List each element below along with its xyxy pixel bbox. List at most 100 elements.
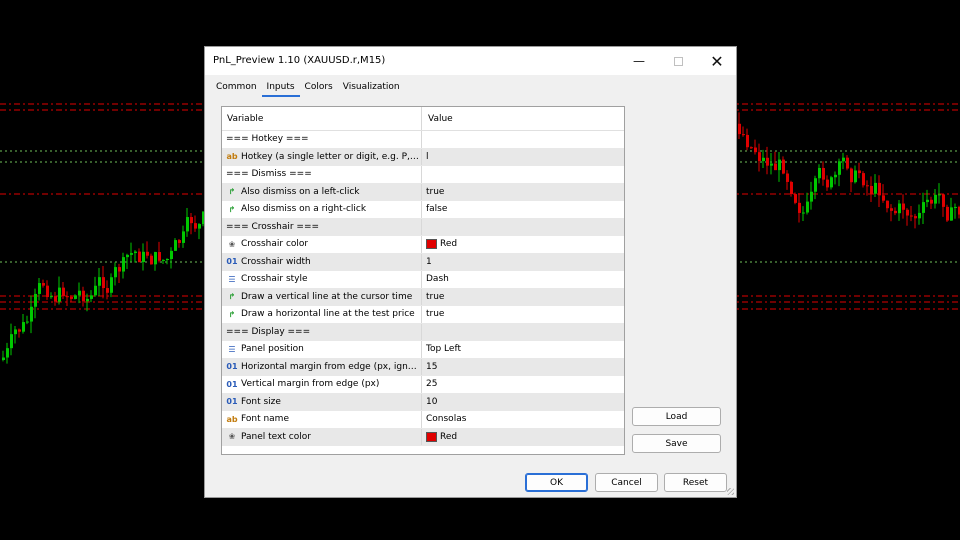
parameter-row[interactable]: ↱ Also dismiss on a right-click false: [222, 201, 624, 219]
section-row[interactable]: === Dismiss ===: [222, 166, 624, 184]
parameter-row[interactable]: 01 Crosshair width 1: [222, 253, 624, 271]
value-cell[interactable]: 10: [422, 394, 624, 411]
parameter-row[interactable]: ab Hotkey (a single letter or digit, e.g.…: [222, 148, 624, 166]
candle-body: [882, 195, 885, 201]
candle-body: [746, 134, 749, 148]
candle-body: [874, 182, 877, 194]
grid-rows: === Hotkey === ab Hotkey (a single letter …: [222, 131, 624, 446]
parameter-row[interactable]: ab Font name Consolas: [222, 411, 624, 429]
parameter-row[interactable]: ☰ Panel position Top Left: [222, 341, 624, 359]
variable-cell: ↱ Also dismiss on a right-click: [222, 201, 422, 218]
variable-label: Draw a horizontal line at the test price: [241, 309, 415, 320]
candle-body: [854, 170, 857, 183]
section-row[interactable]: === Display ===: [222, 323, 624, 341]
candle-body: [86, 298, 89, 302]
title-bar[interactable]: PnL_Preview 1.10 (XAUUSD.r,M15) — ✕: [205, 47, 736, 75]
candle-body: [814, 178, 817, 192]
close-icon: ✕: [710, 51, 724, 71]
column-header-value[interactable]: Value: [422, 107, 624, 130]
variable-label: Crosshair style: [241, 274, 308, 285]
section-row[interactable]: === Crosshair ===: [222, 218, 624, 236]
candle-body: [750, 147, 753, 149]
variable-label: Font name: [241, 414, 289, 425]
value-text: Red: [440, 431, 458, 442]
candle-body: [34, 293, 37, 307]
variable-cell: ↱ Also dismiss on a left-click: [222, 183, 422, 200]
candle-body: [178, 240, 181, 243]
candle-body: [906, 209, 909, 216]
candle-body: [2, 357, 5, 360]
number-type-icon: 01: [226, 362, 238, 372]
candle-body: [826, 179, 829, 188]
reset-button[interactable]: Reset: [664, 473, 727, 492]
value-cell[interactable]: true: [422, 289, 624, 306]
value-cell[interactable]: true: [422, 184, 624, 201]
value-cell: [422, 131, 624, 148]
value-cell[interactable]: l: [422, 149, 624, 166]
maximize-button[interactable]: [658, 47, 698, 75]
candle-body: [82, 290, 85, 302]
candle-body: [934, 194, 937, 204]
candle-body: [914, 216, 917, 219]
save-button[interactable]: Save: [632, 434, 721, 453]
candle-body: [866, 185, 869, 187]
parameter-row[interactable]: ❀ Crosshair color Red: [222, 236, 624, 254]
parameter-row[interactable]: 01 Horizontal margin from edge (px, ignor…: [222, 358, 624, 376]
value-cell[interactable]: false: [422, 201, 624, 218]
candle-body: [162, 259, 165, 261]
tab-common[interactable]: Common: [211, 81, 262, 97]
candle-body: [806, 201, 809, 213]
close-button[interactable]: ✕: [697, 47, 737, 75]
value-cell[interactable]: Red: [422, 429, 624, 446]
candle-body: [798, 202, 801, 213]
parameter-row[interactable]: 01 Vertical margin from edge (px) 25: [222, 376, 624, 394]
parameter-row[interactable]: ↱ Also dismiss on a left-click true: [222, 183, 624, 201]
candle-body: [850, 168, 853, 183]
section-row[interactable]: === Hotkey ===: [222, 131, 624, 149]
candle-body: [790, 181, 793, 195]
tab-visualization[interactable]: Visualization: [338, 81, 405, 97]
value-cell[interactable]: Red: [422, 236, 624, 253]
parameter-row[interactable]: ↱ Draw a vertical line at the cursor time…: [222, 288, 624, 306]
resize-grip-icon[interactable]: [727, 488, 734, 495]
candle-body: [74, 295, 77, 299]
minimize-button[interactable]: —: [619, 47, 659, 75]
value-cell: [422, 219, 624, 236]
value-cell[interactable]: 15: [422, 359, 624, 376]
bool-arrow-icon: ↱: [228, 292, 236, 302]
candle-body: [50, 296, 53, 298]
parameter-row[interactable]: ↱ Draw a horizontal line at the test pric…: [222, 306, 624, 324]
candle-body: [822, 167, 825, 180]
candle-body: [938, 194, 941, 196]
candle-body: [166, 258, 169, 260]
load-button[interactable]: Load: [632, 407, 721, 426]
candle-body: [118, 267, 121, 272]
candle-body: [782, 159, 785, 174]
value-cell[interactable]: Consolas: [422, 411, 624, 428]
parameter-row[interactable]: ❀ Panel text color Red: [222, 428, 624, 446]
value-cell[interactable]: 25: [422, 376, 624, 393]
tab-inputs[interactable]: Inputs: [261, 81, 300, 97]
parameter-row[interactable]: 01 Font size 10: [222, 393, 624, 411]
value-cell[interactable]: 1: [422, 254, 624, 271]
column-header-variable[interactable]: Variable: [222, 107, 422, 130]
candle-body: [786, 173, 789, 182]
candle-body: [930, 199, 933, 204]
candle-body: [150, 255, 153, 265]
variable-label: Crosshair width: [241, 256, 311, 267]
candle-body: [174, 240, 177, 251]
candle-body: [878, 182, 881, 196]
tab-colors[interactable]: Colors: [300, 81, 338, 97]
value-cell[interactable]: Dash: [422, 271, 624, 288]
parameter-row[interactable]: ☰ Crosshair style Dash: [222, 271, 624, 289]
enum-list-icon: ☰: [228, 344, 236, 354]
value-text: Consolas: [426, 414, 467, 425]
value-text: 25: [426, 379, 438, 390]
variable-label: === Hotkey ===: [226, 134, 309, 145]
cancel-button[interactable]: Cancel: [595, 473, 658, 492]
value-cell[interactable]: Top Left: [422, 341, 624, 358]
ok-button[interactable]: OK: [525, 473, 588, 492]
variable-cell: === Crosshair ===: [222, 218, 422, 235]
candle-body: [158, 252, 161, 261]
value-cell[interactable]: true: [422, 306, 624, 323]
